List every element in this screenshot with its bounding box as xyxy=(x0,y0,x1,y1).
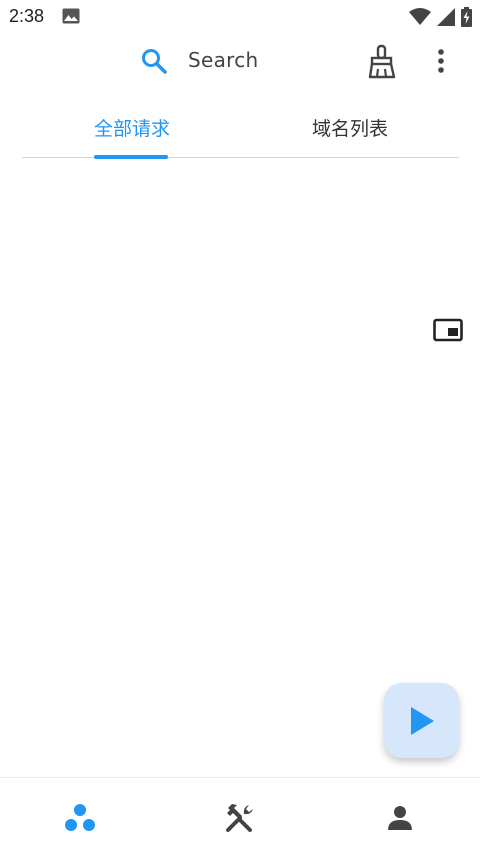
nav-profile[interactable] xyxy=(380,800,420,836)
search-icon[interactable] xyxy=(140,47,168,75)
nav-requests[interactable] xyxy=(60,800,100,836)
bottom-navigation xyxy=(0,777,480,853)
battery-charging-icon xyxy=(461,7,472,31)
tab-all-requests[interactable]: 全部请求 xyxy=(94,114,170,141)
image-icon xyxy=(62,8,80,28)
tab-indicator xyxy=(94,155,168,159)
status-bar: 2:38 xyxy=(0,0,480,34)
wifi-icon xyxy=(409,8,431,30)
signal-icon xyxy=(437,8,455,30)
broom-icon[interactable] xyxy=(366,44,398,80)
status-time: 2:38 xyxy=(9,6,45,26)
play-icon xyxy=(411,707,434,735)
status-icons xyxy=(409,7,472,31)
requests-dots-icon xyxy=(65,804,95,831)
search-toolbar: Search xyxy=(0,34,480,90)
picture-in-picture-icon[interactable] xyxy=(433,318,465,344)
tools-icon xyxy=(226,804,253,832)
more-vertical-icon[interactable] xyxy=(430,47,452,77)
nav-tools[interactable] xyxy=(220,800,260,836)
search-input[interactable]: Search xyxy=(188,48,259,72)
tab-domain-list[interactable]: 域名列表 xyxy=(312,114,388,141)
start-capture-button[interactable] xyxy=(384,683,459,758)
tab-bar: 全部请求 域名列表 xyxy=(22,100,459,159)
person-icon xyxy=(388,806,412,830)
